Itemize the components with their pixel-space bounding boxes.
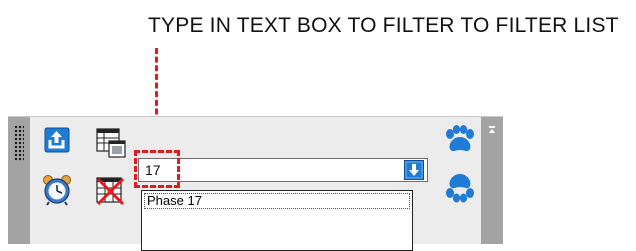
down-arrow-icon[interactable] — [404, 160, 424, 180]
grid-delete-icon[interactable] — [95, 175, 125, 205]
drag-grip-handle[interactable] — [8, 117, 30, 244]
list-item[interactable]: Phase 17 — [144, 193, 410, 209]
filter-result-list[interactable]: Phase 17 — [141, 190, 413, 251]
panel-menu-arrow-icon[interactable] — [489, 129, 495, 133]
filter-text-input[interactable] — [138, 158, 428, 182]
alarm-clock-icon[interactable] — [42, 174, 72, 206]
export-icon[interactable] — [44, 127, 70, 153]
panel-side-bar — [481, 117, 503, 244]
paw-icon[interactable] — [443, 125, 477, 155]
annotation-text: TYPE IN TEXT BOX TO FILTER TO FILTER LIS… — [148, 14, 619, 37]
grip-dots-icon — [14, 125, 24, 161]
paw-icon[interactable] — [443, 172, 477, 204]
window-view-icon[interactable] — [95, 127, 127, 159]
panel-menu-dash-icon[interactable] — [489, 126, 495, 128]
